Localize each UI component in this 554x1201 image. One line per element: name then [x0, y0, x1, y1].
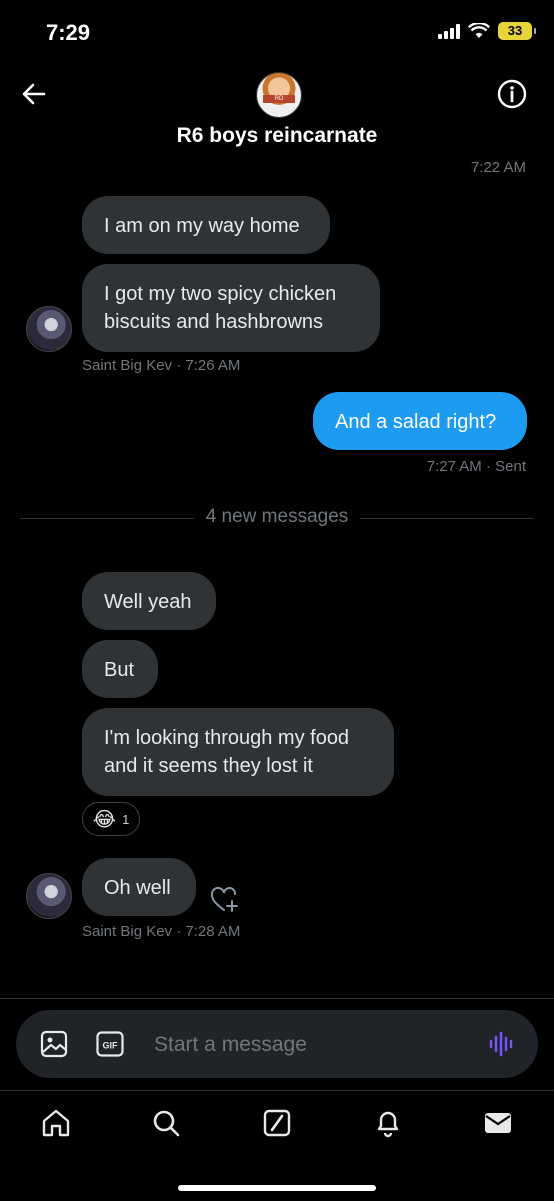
tab-notifications[interactable]: [372, 1107, 404, 1139]
message-line: and it seems they lost it: [104, 755, 313, 777]
tab-home[interactable]: [40, 1107, 72, 1139]
message-line: I'm looking through my food: [104, 727, 350, 749]
battery-indicator: 33: [498, 22, 536, 40]
reaction-count: 1: [122, 811, 130, 827]
message-composer: GIF: [16, 1010, 538, 1078]
laughing-emoji-icon: 😂: [92, 808, 117, 831]
message-meta: Saint Big Kev · 7:26 AM: [82, 357, 241, 374]
wifi-icon: [468, 23, 490, 38]
tab-messages[interactable]: [482, 1107, 514, 1139]
outgoing-message[interactable]: And a salad right?: [313, 392, 527, 450]
search-icon: [153, 1110, 180, 1137]
new-messages-label: 4 new messages: [193, 506, 361, 527]
message-line: biscuits and hashbrowns: [104, 311, 324, 333]
home-icon: [42, 1109, 70, 1137]
incoming-message[interactable]: But: [82, 640, 158, 698]
group-avatar[interactable]: RD RECORDS: [256, 72, 302, 118]
home-indicator: [178, 1185, 376, 1191]
gif-icon: GIF: [96, 1031, 124, 1057]
incoming-message[interactable]: Oh well: [82, 858, 196, 916]
info-button[interactable]: [496, 78, 528, 110]
grok-icon: [263, 1109, 291, 1137]
tab-grok[interactable]: [261, 1107, 293, 1139]
reaction-badge[interactable]: 😂 1: [82, 802, 140, 836]
message-line: I got my two spicy chicken: [104, 283, 337, 305]
heart-plus-icon: [210, 886, 238, 912]
new-messages-divider: 4 new messages: [0, 506, 554, 528]
sender-avatar[interactable]: [26, 306, 72, 352]
message-input[interactable]: [152, 1024, 476, 1066]
incoming-message[interactable]: I got my two spicy chicken biscuits and …: [82, 264, 380, 352]
message-meta-sent: 7:27 AM · Sent: [426, 458, 526, 475]
gif-label: GIF: [103, 1041, 119, 1051]
status-time: 7:29: [46, 20, 91, 45]
conversation-title[interactable]: R6 boys reincarnate: [0, 124, 554, 148]
arrow-left-icon: [22, 83, 46, 105]
bell-icon: [377, 1111, 399, 1138]
voice-waveform-icon: [489, 1031, 513, 1057]
add-gif-button[interactable]: GIF: [96, 1031, 124, 1057]
back-button[interactable]: [18, 78, 50, 110]
bottom-tab-bar: [0, 1090, 554, 1201]
incoming-message[interactable]: Well yeah: [82, 572, 216, 630]
tab-search[interactable]: [150, 1107, 182, 1139]
incoming-message[interactable]: I am on my way home: [82, 196, 330, 254]
incoming-message[interactable]: I'm looking through my food and it seems…: [82, 708, 394, 796]
status-icons: 33: [438, 22, 536, 40]
conversation-header: RD RECORDS R6 boys reincarnate: [0, 60, 554, 160]
status-bar: 7:29 33: [0, 0, 554, 60]
envelope-icon: [485, 1113, 511, 1133]
message-timestamp: 7:22 AM: [470, 159, 526, 176]
message-meta: Saint Big Kev · 7:28 AM: [82, 923, 241, 940]
image-icon: [40, 1030, 68, 1058]
avatar-caption: RD RECORDS: [263, 95, 295, 103]
signal-icon: [438, 23, 460, 39]
info-icon: [497, 79, 527, 109]
composer-divider: [0, 998, 554, 999]
voice-message-button[interactable]: [488, 1030, 516, 1058]
add-image-button[interactable]: [40, 1030, 68, 1058]
add-reaction-button[interactable]: [210, 886, 240, 914]
sender-avatar[interactable]: [26, 873, 72, 919]
